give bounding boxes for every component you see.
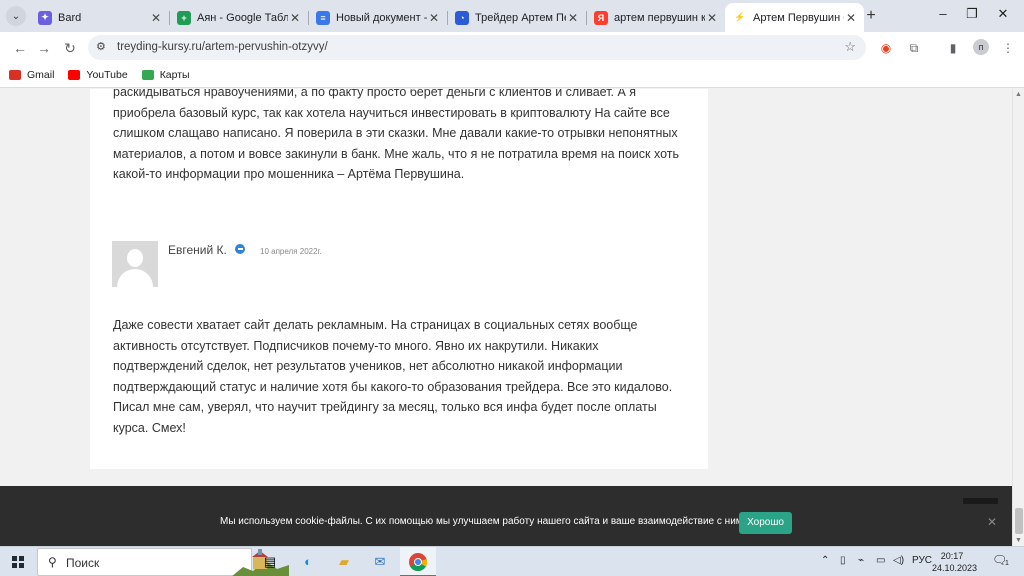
tab-list: ✦Bard✕+Аян - Google Таблиц✕≡Новый докуме… [30, 3, 864, 32]
menu-kebab-icon[interactable]: ⋮ [1000, 40, 1016, 56]
review-date: 10 апреля 2022г. [260, 247, 322, 256]
address-bar[interactable]: ⚙ treyding-kursy.ru/artem-pervushin-otzy… [88, 35, 866, 60]
scroll-down-icon[interactable]: ▼ [1015, 537, 1022, 544]
close-icon[interactable]: ✕ [987, 515, 997, 529]
tab-favicon-icon: Я [594, 10, 608, 25]
tab-favicon-icon: ◔ [455, 10, 469, 25]
bookmark-icon [9, 70, 21, 80]
task-view-icon[interactable]: ▤ [260, 552, 280, 572]
minimize-button[interactable]: – [933, 6, 953, 21]
tab-close-icon[interactable]: ✕ [149, 11, 163, 25]
language-indicator[interactable]: РУС [912, 555, 932, 566]
footer-element [963, 498, 998, 504]
review-text: Даже совести хватает сайт делать рекламн… [113, 318, 673, 435]
bookmark-item[interactable]: Gmail [9, 69, 54, 81]
taskbar-search[interactable]: ⚲ Поиск [37, 548, 289, 576]
avatar [112, 241, 158, 287]
bookmark-icon [141, 70, 154, 80]
browser-tab[interactable]: ✦ Bard ✕ [30, 5, 169, 30]
browser-tab[interactable]: ≡ Новый документ - G✕ [308, 5, 447, 30]
system-clock[interactable]: 20:17 24.10.2023 [932, 550, 978, 574]
verified-badge-icon [235, 244, 245, 254]
tab-close-icon[interactable]: ✕ [566, 11, 580, 25]
browser-tab[interactable]: + Аян - Google Таблиц✕ [169, 5, 308, 30]
browser-tab[interactable]: ◔ Трейдер Артем Перв✕ [447, 5, 586, 30]
site-info-icon[interactable]: ⚙ [96, 40, 106, 53]
tray-overflow-icon[interactable]: ⌃ [821, 555, 829, 566]
clock-date: 24.10.2023 [932, 563, 978, 573]
review-text: раскидываться нравоучениями, а по факту … [113, 89, 679, 181]
close-window-button[interactable]: ✕ [993, 6, 1013, 22]
extension-icon[interactable]: ◉ [878, 40, 894, 56]
tab-close-icon[interactable]: ✕ [288, 11, 302, 25]
search-icon: ⚲ [48, 555, 57, 569]
cookie-message: Мы используем cookie-файлы. С их помощью… [220, 516, 746, 527]
url-text[interactable]: treyding-kursy.ru/artem-pervushin-otzyvy… [117, 41, 328, 53]
tab-title: Новый документ - G [336, 11, 427, 24]
bookmark-star-icon[interactable]: ☆ [844, 39, 856, 55]
side-panel-icon[interactable]: ▮ [945, 40, 961, 56]
windows-taskbar: ⚲ Поиск ▤ ◐ ▰ ✉ ⌃ ▯ ⌁ ▭ ◁) РУС 20:17 24.… [0, 546, 1024, 576]
browser-toolbar: ← → ↻ ⚙ treyding-kursy.ru/artem-pervushi… [0, 32, 1024, 63]
tab-title: Трейдер Артем Перв [475, 11, 566, 24]
volume-icon[interactable]: ◁) [893, 555, 904, 566]
restore-button[interactable]: ❐ [962, 6, 982, 22]
forward-button[interactable]: → [34, 38, 54, 58]
file-explorer-icon[interactable]: ▰ [334, 552, 354, 572]
tab-favicon-icon: ✦ [38, 10, 52, 25]
reload-button[interactable]: ↻ [60, 38, 80, 58]
extensions-puzzle-icon[interactable]: ⧉ [906, 40, 922, 56]
windows-start-icon[interactable] [12, 556, 24, 568]
tab-favicon-icon: ≡ [316, 10, 330, 25]
bookmarks-bar: Gmail YouTube Карты [0, 63, 1024, 88]
tab-close-icon[interactable]: ✕ [705, 11, 719, 25]
bookmark-label: Gmail [27, 69, 55, 81]
edge-icon[interactable]: ◐ [298, 552, 318, 572]
back-button[interactable]: ← [10, 38, 30, 58]
notification-count: 1 [1005, 560, 1009, 567]
reload-icon: ↻ [64, 40, 76, 56]
page-scrollbar[interactable]: ▲ ▼ [1012, 89, 1024, 546]
review-author: Евгений К. [168, 243, 227, 257]
tab-title: Артем Первушин О [753, 11, 844, 24]
network-icon[interactable]: ⌁ [858, 555, 864, 566]
search-label: Поиск [66, 556, 100, 570]
arrow-right-icon: → [37, 40, 51, 56]
profile-avatar[interactable]: п [973, 39, 989, 55]
scrollbar-thumb[interactable] [1015, 508, 1023, 534]
bookmark-item[interactable]: YouTube [68, 69, 128, 81]
mail-icon[interactable]: ✉ [370, 552, 390, 572]
tab-close-icon[interactable]: ✕ [844, 11, 858, 25]
tab-close-icon[interactable]: ✕ [427, 11, 441, 25]
cookie-accept-button[interactable]: Хорошо [739, 512, 792, 534]
tray-app-icon[interactable]: ▯ [840, 555, 846, 566]
tab-title: Bard [58, 11, 82, 24]
tab-favicon-icon: + [177, 10, 191, 25]
tab-title: Аян - Google Таблиц [197, 11, 288, 24]
clock-time: 20:17 [940, 551, 964, 561]
chevron-down-icon: ⌄ [11, 10, 21, 22]
bookmark-item[interactable]: Карты [141, 69, 190, 81]
chrome-taskbar-button[interactable] [400, 547, 436, 576]
browser-tab[interactable]: Яартем первушин ку ✕ [586, 5, 725, 30]
bookmark-icon [68, 70, 81, 80]
tab-search-button[interactable]: ⌄ [6, 6, 26, 26]
arrow-left-icon: ← [13, 40, 27, 56]
bookmark-label: YouTube [86, 69, 128, 81]
tab-title: артем первушин ку [614, 11, 705, 24]
chrome-icon [409, 553, 427, 571]
tab-favicon-icon: ⚡ [733, 10, 747, 25]
scroll-up-icon[interactable]: ▲ [1015, 91, 1022, 98]
battery-icon[interactable]: ▭ [876, 555, 885, 566]
new-tab-button[interactable]: + [862, 7, 880, 25]
web-page: раскидываться нравоучениями, а по факту … [0, 89, 1012, 486]
browser-tab[interactable]: ⚡ Артем Первушин О ✕ [725, 3, 864, 32]
tab-strip: ⌄ ✦Bard✕+Аян - Google Таблиц✕≡Новый доку… [0, 0, 1024, 32]
bookmark-label: Карты [159, 69, 190, 81]
